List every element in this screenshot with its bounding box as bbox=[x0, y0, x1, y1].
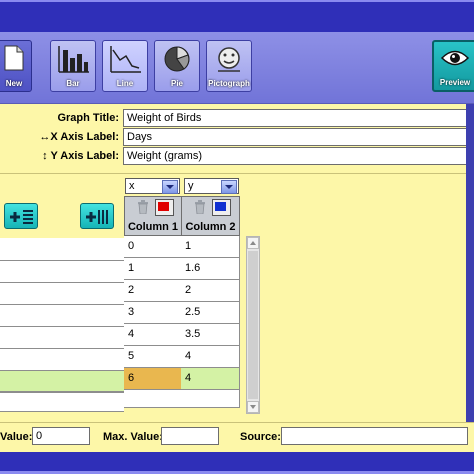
right-edge-bar bbox=[466, 104, 474, 452]
bar-chart-button-label: Bar bbox=[66, 79, 80, 88]
y-axis-label-input[interactable]: Weight (grams) bbox=[123, 147, 468, 165]
new-button[interactable]: New bbox=[0, 40, 32, 92]
graph-title-input[interactable]: Weight of Birds bbox=[123, 109, 468, 127]
preview-button-label: Preview bbox=[439, 78, 471, 87]
arrow-down-icon bbox=[250, 405, 256, 409]
vertical-arrow-icon: ↕ bbox=[42, 150, 51, 162]
line-chart-icon bbox=[110, 46, 141, 73]
min-value-input[interactable]: 0 bbox=[32, 427, 90, 445]
table-cell[interactable]: 2 bbox=[124, 280, 182, 302]
new-document-icon bbox=[4, 45, 24, 71]
chevron-down-icon bbox=[162, 180, 178, 194]
max-value-label: Max. Value: bbox=[103, 431, 163, 443]
scroll-thumb[interactable] bbox=[248, 251, 258, 399]
table-cell[interactable]: 1 bbox=[124, 258, 182, 280]
table-cell[interactable]: 0 bbox=[124, 236, 182, 258]
line-chart-button-label: Line bbox=[116, 79, 134, 88]
color-swatch bbox=[158, 202, 169, 211]
column-1-color-picker[interactable] bbox=[155, 199, 174, 216]
add-row-icon bbox=[10, 210, 33, 224]
column-1-title: Column 1 bbox=[127, 221, 179, 233]
table-cell[interactable]: 3.5 bbox=[181, 324, 240, 346]
status-bar bbox=[0, 452, 474, 474]
table-cell[interactable]: 6 bbox=[124, 368, 182, 390]
pictograph-button-label: Pictograph bbox=[208, 79, 250, 88]
trash-icon[interactable] bbox=[193, 200, 207, 214]
pie-chart-icon bbox=[164, 46, 190, 72]
max-value-input[interactable] bbox=[161, 427, 219, 445]
column-2-title: Column 2 bbox=[185, 221, 236, 233]
scroll-down-button[interactable] bbox=[247, 401, 259, 413]
arrow-up-icon bbox=[250, 241, 256, 245]
table-cell[interactable]: 5 bbox=[124, 346, 182, 368]
chevron-down-icon bbox=[221, 180, 237, 194]
table-cell[interactable]: 2 bbox=[181, 280, 240, 302]
color-swatch bbox=[215, 202, 226, 211]
row-header-area bbox=[0, 238, 124, 412]
trash-icon[interactable] bbox=[136, 200, 150, 214]
x-axis-label-label: ↔X Axis Label: bbox=[39, 131, 119, 143]
column-2-header: Column 2 bbox=[181, 196, 240, 236]
bar-chart-button[interactable]: Bar bbox=[50, 40, 96, 92]
column-1-header: Column 1 bbox=[124, 196, 182, 236]
add-column-icon bbox=[86, 210, 108, 224]
table-cell[interactable]: 4 bbox=[124, 324, 182, 346]
table-cell[interactable]: 4 bbox=[181, 346, 240, 368]
source-label: Source: bbox=[240, 431, 281, 443]
x-axis-label-input[interactable]: Days bbox=[123, 128, 468, 146]
column-1-axis-select[interactable]: x bbox=[125, 178, 180, 194]
line-chart-button[interactable]: Line bbox=[102, 40, 148, 92]
horizontal-arrow-icon: ↔ bbox=[39, 131, 51, 143]
table-cell[interactable]: 4 bbox=[181, 368, 240, 390]
pie-chart-button[interactable]: Pie bbox=[154, 40, 200, 92]
add-row-button[interactable] bbox=[4, 203, 38, 229]
preview-button[interactable]: Preview bbox=[432, 40, 474, 92]
add-column-button[interactable] bbox=[80, 203, 114, 229]
column-2-color-picker[interactable] bbox=[212, 199, 231, 216]
pictograph-button[interactable]: Pictograph bbox=[206, 40, 252, 92]
table-scrollbar[interactable] bbox=[246, 236, 260, 414]
source-input[interactable] bbox=[281, 427, 468, 445]
bar-chart-icon bbox=[58, 46, 89, 73]
table-cell[interactable] bbox=[181, 390, 240, 408]
table-cell[interactable]: 1.6 bbox=[181, 258, 240, 280]
y-axis-label-label: ↕ Y Axis Label: bbox=[42, 150, 119, 162]
smiley-face-icon bbox=[218, 47, 240, 72]
new-button-label: New bbox=[5, 79, 23, 88]
table-cell[interactable]: 2.5 bbox=[181, 302, 240, 324]
eye-icon bbox=[440, 50, 470, 66]
column-2-axis-select[interactable]: y bbox=[184, 178, 239, 194]
graph-title-label: Graph Title: bbox=[57, 112, 119, 124]
min-value-label: Value: bbox=[0, 431, 33, 443]
scroll-up-button[interactable] bbox=[247, 237, 259, 249]
table-cell[interactable]: 3 bbox=[124, 302, 182, 324]
pie-chart-button-label: Pie bbox=[170, 79, 183, 88]
title-bar bbox=[0, 0, 474, 32]
table-cell[interactable]: 1 bbox=[181, 236, 240, 258]
table-cell[interactable] bbox=[124, 390, 182, 408]
